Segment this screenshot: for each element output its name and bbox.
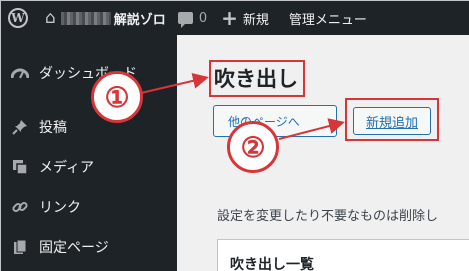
site-name-link[interactable]: ⌂ 解説ゾロ (35, 1, 166, 35)
comment-bubble-icon (177, 12, 193, 28)
sidebar-item-media[interactable]: メディア (1, 150, 177, 184)
page-icon (1, 239, 39, 255)
sidebar-item-label: 固定ページ (39, 240, 109, 256)
comment-count: 0 (198, 10, 208, 26)
wordpress-logo-icon: W (8, 8, 28, 28)
callout-number-2: ② (227, 121, 279, 173)
sidebar-item-dashboard[interactable]: ダッシュボード (1, 56, 177, 90)
add-new-button[interactable]: 新規追加 (353, 107, 431, 135)
callout-number-1: ① (91, 71, 143, 123)
link-icon (1, 199, 39, 215)
dashboard-icon (1, 66, 39, 80)
sidebar-item-posts[interactable]: 投稿 (1, 110, 177, 144)
manage-menu-link[interactable]: 管理メニュー (289, 1, 367, 35)
pushpin-icon (1, 119, 39, 135)
sidebar-item-label: 投稿 (39, 120, 67, 136)
page-description: 設定を変更したり不要なものは削除し (217, 209, 439, 224)
sidebar-item-label: リンク (39, 200, 81, 216)
new-content-label: 新規 (242, 12, 269, 28)
home-icon: ⌂ (45, 8, 56, 28)
blurred-site-name (60, 11, 111, 25)
page-title: 吹き出し (209, 60, 305, 97)
admin-bar: W ⌂ 解説ゾロ 0 + 新規 管理メニュー (1, 1, 469, 35)
balloon-list-panel: 吹き出し一覧 (217, 239, 469, 271)
panel-title: 吹き出し一覧 (230, 257, 314, 271)
wordpress-logo-button[interactable]: W (1, 1, 35, 35)
sidebar-item-label: メディア (39, 160, 95, 176)
sidebar-item-pages[interactable]: 固定ページ (1, 230, 177, 264)
media-icon (1, 159, 39, 175)
admin-sidebar: ダッシュボード 投稿 メディア リンク 固定ページ (1, 35, 177, 271)
site-name-label: 解説ゾロ (113, 12, 166, 28)
comments-link[interactable]: 0 (177, 1, 208, 35)
main-content: 吹き出し 他のページへ 新規追加 設定を変更したり不要なものは削除し 吹き出し一… (177, 35, 469, 271)
sidebar-item-links[interactable]: リンク (1, 190, 177, 224)
new-content-link[interactable]: + 新規 (221, 1, 269, 35)
manage-menu-label: 管理メニュー (288, 12, 367, 28)
plus-icon: + (221, 6, 238, 30)
